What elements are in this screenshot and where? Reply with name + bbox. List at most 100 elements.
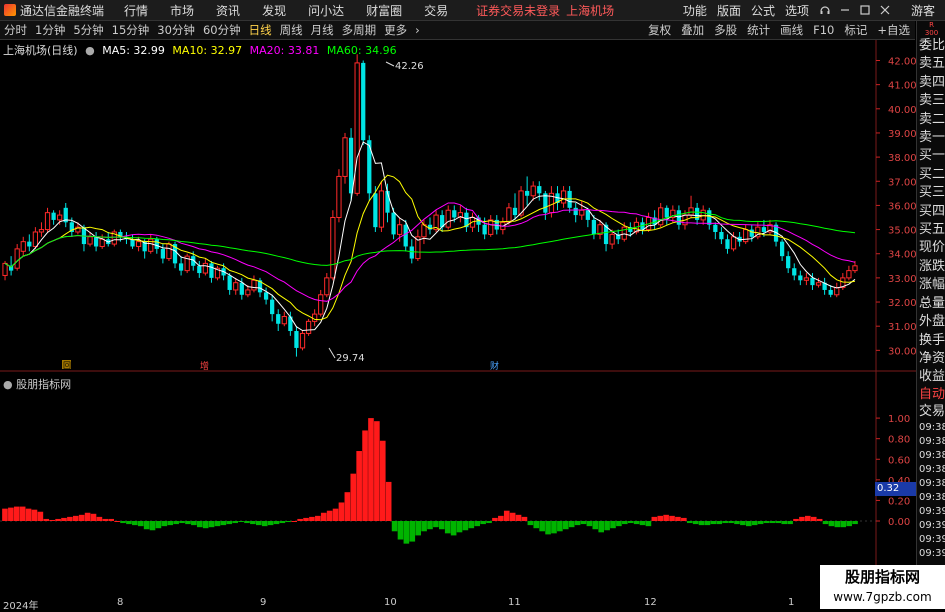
candle-body — [160, 248, 166, 259]
menu-hangqing[interactable]: 行情 — [124, 2, 148, 19]
price-tick-label: 42.00 — [888, 56, 916, 67]
candle-body — [378, 190, 385, 228]
candle — [543, 190, 548, 220]
indicator-bar — [740, 521, 746, 526]
current-stock-name: 上海机场 — [566, 3, 615, 18]
menu-shichang[interactable]: 市场 — [170, 2, 194, 19]
menu-faxian[interactable]: 发现 — [262, 2, 286, 19]
indicator-bar — [96, 516, 103, 521]
tick-time: 09:38 — [919, 478, 945, 490]
tf-monthly[interactable]: 月线 — [311, 22, 334, 38]
marker-cai[interactable]: 财 — [490, 360, 499, 372]
tf-1min[interactable]: 1分钟 — [35, 22, 65, 38]
indicator-bar — [669, 515, 675, 521]
candle — [378, 181, 385, 232]
indicator-bar — [503, 510, 510, 521]
indicator-current-value: 0.32 — [875, 482, 917, 496]
candle-body — [154, 239, 159, 249]
trade-button[interactable]: 交易 — [917, 403, 945, 421]
candle — [93, 231, 99, 252]
price-tick-label: 37.00 — [888, 177, 916, 188]
candle-body — [38, 229, 45, 233]
candle — [822, 277, 827, 295]
price-tick-label: 32.00 — [888, 298, 916, 309]
date-label: 12 — [644, 597, 657, 608]
marker-zeng[interactable]: 增 — [200, 360, 209, 372]
tick-time: 09:39 — [919, 534, 945, 546]
indicator-bar — [527, 521, 534, 526]
candle-body — [815, 282, 822, 286]
menu-gongneng[interactable]: 功能 — [683, 2, 707, 19]
indicator-title: 股朋指标网 — [16, 378, 72, 391]
marker-hui[interactable]: 回 — [63, 361, 71, 370]
indicator-bar — [43, 518, 50, 521]
candle — [202, 258, 209, 276]
menu-caifuquan[interactable]: 财富圈 — [366, 2, 402, 19]
menu-banmian[interactable]: 版面 — [717, 2, 741, 19]
candle — [560, 186, 567, 208]
tf-60min[interactable]: 60分钟 — [203, 22, 241, 38]
tf-5min[interactable]: 5分钟 — [73, 22, 103, 38]
indicator-bar — [67, 516, 73, 521]
indicator-toggle-icon[interactable]: ● — [3, 378, 13, 391]
tf-fenshi[interactable]: 分时 — [4, 22, 27, 38]
indicator-bar — [149, 521, 156, 531]
menu-wenxiaoda[interactable]: 问小达 — [308, 2, 344, 19]
menu-xuanxiang[interactable]: 选项 — [785, 2, 809, 19]
indicator-bar — [137, 521, 144, 527]
indicator-bar — [8, 507, 14, 521]
tick-time: 09:39 — [919, 520, 945, 532]
tf-more[interactable]: 更多 — [384, 22, 407, 38]
maximize-icon[interactable] — [859, 4, 871, 16]
auto-button[interactable]: 自动 — [917, 387, 945, 403]
minimize-icon[interactable] — [839, 4, 851, 16]
candle-body — [294, 331, 299, 348]
candle-body — [148, 238, 154, 252]
indicator-bar — [250, 521, 256, 525]
indicator-bar — [763, 521, 770, 524]
side-row: 买一 — [919, 148, 945, 164]
candle — [798, 270, 803, 286]
indicator-bar — [226, 521, 233, 525]
timeframe-bar: 分时 1分钟 5分钟 15分钟 30分钟 60分钟 日线 周线 月线 多周期 更… — [0, 21, 915, 40]
candle — [803, 273, 810, 286]
close-icon[interactable] — [879, 4, 891, 16]
tf-30min[interactable]: 30分钟 — [157, 22, 195, 38]
price-tick-label: 36.00 — [888, 201, 916, 212]
candle-body — [664, 207, 669, 218]
candle — [111, 229, 117, 247]
candle-body — [397, 224, 403, 235]
tool-duogu[interactable]: 多股 — [714, 22, 737, 38]
indicator-bar — [2, 508, 8, 521]
indicator-bar — [309, 516, 315, 521]
trade-login-notice[interactable]: 证券交易未登录 — [476, 2, 560, 19]
tf-daily[interactable]: 日线 — [249, 22, 272, 38]
indicator-bar — [509, 512, 516, 521]
indicator-bar — [657, 515, 664, 521]
tool-diejia[interactable]: 叠加 — [681, 22, 704, 38]
tool-fuquan[interactable]: 复权 — [648, 22, 671, 38]
menu-jiaoyi[interactable]: 交易 — [424, 2, 448, 19]
indicator-bar — [350, 473, 357, 521]
candle-body — [445, 209, 451, 228]
tool-biaoji[interactable]: 标记 — [844, 22, 867, 38]
tool-f10[interactable]: F10 — [813, 23, 834, 37]
guest-user[interactable]: 游客 — [911, 2, 935, 19]
tool-huaxian[interactable]: 画线 — [780, 22, 803, 38]
tool-tongji[interactable]: 统计 — [747, 22, 770, 38]
more-chevron-icon[interactable]: › — [415, 23, 420, 37]
tf-15min[interactable]: 15分钟 — [112, 22, 150, 38]
tf-multi-period[interactable]: 多周期 — [342, 22, 377, 38]
side-row: 卖四 — [919, 74, 945, 90]
kline-chart[interactable]: 42.00 41.00 40.00 39.00 38.00 37.00 36.00 35.00… — [0, 40, 916, 597]
tf-weekly[interactable]: 周线 — [280, 22, 303, 38]
candle — [445, 205, 451, 230]
tool-add-watchlist[interactable]: +自选 — [877, 22, 910, 38]
menu-zixun[interactable]: 资讯 — [216, 2, 240, 19]
date-axis: 2024年 8 9 10 11 12 1 — [0, 597, 915, 612]
headset-icon[interactable] — [819, 4, 831, 16]
indicator-bar — [403, 521, 410, 544]
menu-gongshi[interactable]: 公式 — [751, 2, 775, 19]
candle-body — [354, 62, 360, 194]
indicator-bar — [332, 508, 339, 521]
